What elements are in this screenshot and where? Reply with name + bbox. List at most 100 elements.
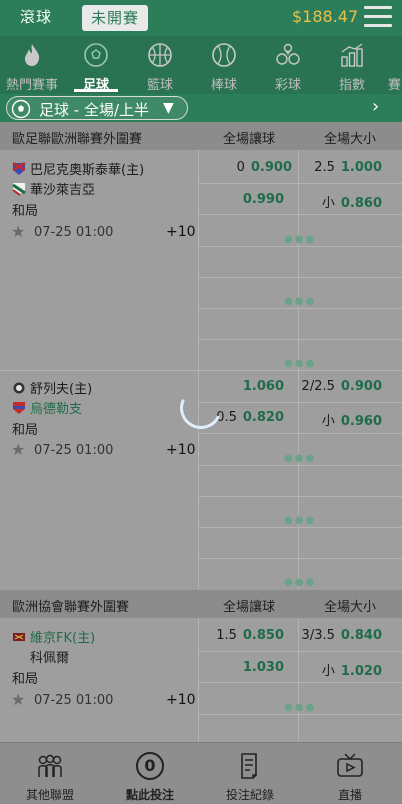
odd-price: 1.020 <box>340 664 382 679</box>
away-team[interactable]: 烏德勒支 <box>12 398 82 417</box>
sport-tab-baseball[interactable]: 棒球 <box>194 36 254 94</box>
top-bar: 滾球 未開賽 $188.47 <box>0 0 402 36</box>
loading-dots: ●●● <box>284 234 317 245</box>
more-markets-button[interactable]: +10 <box>166 224 196 240</box>
odd-line: 小 <box>321 414 335 429</box>
sport-label: 賽 <box>388 78 402 93</box>
odd-price: 0.860 <box>340 196 382 211</box>
home-team[interactable]: 維京FK(主) <box>12 627 95 646</box>
away-team[interactable]: 華沙萊吉亞 <box>12 179 95 198</box>
league-header[interactable]: 歐足聯歐洲聯賽外圍賽 全場讓球 全場大小 <box>0 122 402 150</box>
home-team[interactable]: 舒列夫(主) <box>12 378 92 397</box>
match-time: 07-25 01:00 <box>34 693 114 708</box>
filter-bar: 足球 - 全場/上半 ▼ › <box>0 94 402 122</box>
tv-live-icon <box>337 753 363 777</box>
bottom-nav-label: 其他聯盟 <box>25 788 74 802</box>
loading-dots: ●●● <box>284 453 317 464</box>
bottom-nav-label: 投注紀錄 <box>225 788 274 802</box>
bottom-nav-bet-slip[interactable]: 0 點此投注 <box>100 743 200 804</box>
team-logo-icon <box>12 162 26 175</box>
sport-tab-soccer[interactable]: 足球 <box>66 36 126 94</box>
hamburger-menu-icon[interactable] <box>364 6 392 30</box>
over-odd[interactable]: 2.5 1.000 <box>314 160 382 175</box>
draw-label: 和局 <box>12 204 39 219</box>
bottom-nav: 其他聯盟 0 點此投注 投注紀錄 直播 <box>0 742 402 804</box>
home-team-name: 舒列夫(主) <box>30 382 93 397</box>
away-team[interactable]: 科佩爾 <box>30 647 69 666</box>
sport-tab-basketball[interactable]: 籃球 <box>130 36 190 94</box>
odd-price: 0.820 <box>242 410 284 425</box>
league-header[interactable]: 歐洲協會聯賽外圍賽 全場讓球 全場大小 <box>0 590 402 618</box>
bet-count-badge: 0 <box>136 752 164 780</box>
odd-price: 0.850 <box>242 628 284 643</box>
bottom-nav-label: 直播 <box>337 788 362 802</box>
favorite-star-icon[interactable]: ★ <box>11 222 25 241</box>
sport-label: 棒球 <box>210 78 237 93</box>
sport-tab-lottery[interactable]: 彩球 <box>258 36 318 94</box>
under-odd[interactable]: 小 1.020 <box>322 660 382 679</box>
home-team[interactable]: 巴尼克奧斯泰華(主) <box>12 159 144 178</box>
favorite-star-icon[interactable]: ★ <box>11 440 25 459</box>
bottom-nav-live-stream[interactable]: 直播 <box>300 743 400 804</box>
soccer-ball-icon <box>84 43 108 67</box>
under-odd[interactable]: 小 0.860 <box>322 192 382 211</box>
odd-line: 小 <box>321 664 335 679</box>
tab-upcoming[interactable]: 未開賽 <box>82 5 148 31</box>
odd-price: 1.060 <box>242 379 284 394</box>
loading-dots: ●●● <box>284 296 317 307</box>
market-filter-dropdown[interactable]: 足球 - 全場/上半 ▼ <box>6 96 188 120</box>
handicap-odd-away[interactable]: 0.990 <box>243 192 284 207</box>
sport-label: 彩球 <box>274 78 301 93</box>
bottom-nav-other-leagues[interactable]: 其他聯盟 <box>0 743 100 804</box>
bottom-nav-label: 點此投注 <box>125 788 174 802</box>
over-odd[interactable]: 3/3.5 0.840 <box>302 628 382 643</box>
odd-line: 小 <box>321 196 335 211</box>
column-header-over-under: 全場大小 <box>323 600 376 615</box>
more-markets-button[interactable]: +10 <box>166 692 196 708</box>
filter-label: 足球 - 全場/上半 <box>39 101 150 119</box>
chevron-right-icon[interactable]: › <box>372 96 379 117</box>
odd-price: 0.900 <box>250 160 292 175</box>
odd-price: 1.030 <box>242 660 284 675</box>
bottom-nav-bet-records[interactable]: 投注紀錄 <box>200 743 300 804</box>
tab-live[interactable]: 滾球 <box>20 6 52 27</box>
handicap-odd-away[interactable]: 0.5 0.820 <box>216 410 284 425</box>
over-odd[interactable]: 2/2.5 0.900 <box>302 379 382 394</box>
odd-price: 0.900 <box>340 379 382 394</box>
league-name: 歐足聯歐洲聯賽外圍賽 <box>12 132 143 147</box>
match-block: 維京FK(主) 科佩爾 和局 ★ 07-25 01:00 +10 1.5 0.85… <box>0 618 402 742</box>
handicap-odd-home[interactable]: 1.5 0.850 <box>216 628 284 643</box>
column-header-over-under: 全場大小 <box>323 132 376 147</box>
odd-price: 0.840 <box>340 628 382 643</box>
sport-tab-hot[interactable]: 熱門賽事 <box>2 36 62 94</box>
home-team-name: 維京FK(主) <box>30 631 96 646</box>
match-time: 07-25 01:00 <box>34 225 114 240</box>
basketball-icon <box>148 43 172 67</box>
baseball-icon <box>212 43 236 67</box>
loading-dots: ●●● <box>284 358 317 369</box>
home-team-name: 巴尼克奧斯泰華(主) <box>30 163 145 178</box>
more-markets-button[interactable]: +10 <box>166 442 196 458</box>
people-group-icon <box>38 754 62 777</box>
odd-line: 2/2.5 <box>301 379 335 394</box>
sport-tab-more[interactable]: 賽 <box>372 36 402 94</box>
column-header-handicap: 全場讓球 <box>222 600 275 615</box>
away-team-name: 科佩爾 <box>30 651 70 666</box>
loading-dots: ●●● <box>284 577 317 588</box>
match-time: 07-25 01:00 <box>34 443 114 458</box>
handicap-odd-home[interactable]: 1.060 <box>243 379 284 394</box>
sport-nav: 熱門賽事 足球 籃球 棒球 彩球 指數 賽 <box>0 36 402 94</box>
draw-label: 和局 <box>12 672 39 687</box>
favorite-star-icon[interactable]: ★ <box>11 690 25 709</box>
handicap-odd-away[interactable]: 1.030 <box>243 660 284 675</box>
sport-label: 籃球 <box>146 78 173 93</box>
record-document-icon <box>241 753 257 779</box>
column-header-handicap: 全場讓球 <box>222 132 275 147</box>
team-logo-icon <box>13 382 25 394</box>
handicap-odd-home[interactable]: 0 0.900 <box>237 160 292 175</box>
under-odd[interactable]: 小 0.960 <box>322 410 382 429</box>
hot-flame-icon <box>25 44 40 66</box>
odd-price: 0.990 <box>242 192 284 207</box>
odd-line: 1.5 <box>216 628 237 643</box>
away-team-name: 烏德勒支 <box>30 402 83 417</box>
